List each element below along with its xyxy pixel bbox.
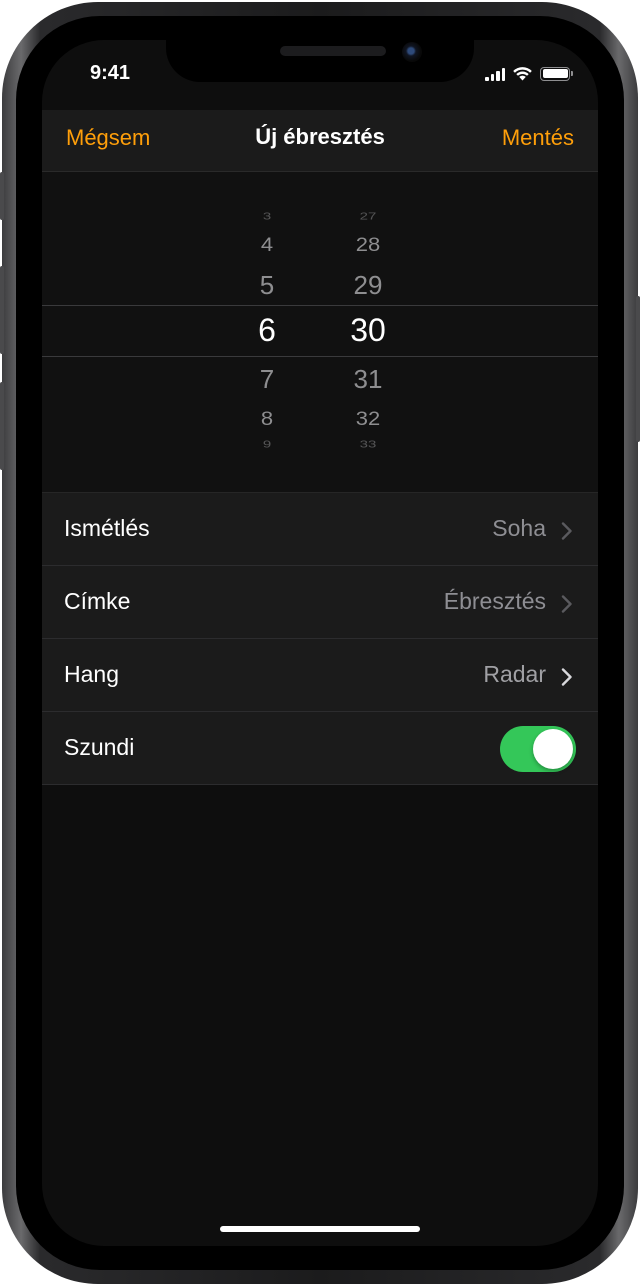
- alarm-settings-list: Ismétlés Soha Címke Ébresztés Hang Radar…: [42, 492, 598, 785]
- hour-option: 7: [259, 364, 275, 394]
- navigation-bar: Mégsem Új ébresztés Mentés: [42, 110, 598, 172]
- sound-value: Radar: [483, 661, 546, 687]
- time-picker: 3 4 5 6 7 8 9 27 28 29 30 31 32 33: [42, 172, 598, 492]
- chevron-right-icon: [561, 668, 572, 686]
- minute-option: 32: [355, 407, 381, 430]
- label-value: Ébresztés: [443, 588, 546, 614]
- front-camera: [402, 42, 422, 62]
- wifi-icon: [513, 67, 532, 81]
- chevron-right-icon: [561, 522, 572, 540]
- hour-option: 5: [259, 270, 275, 300]
- sound-label: Hang: [64, 661, 119, 687]
- snooze-label: Szundi: [64, 734, 135, 760]
- minute-option: 29: [353, 270, 383, 300]
- minute-option: 33: [359, 438, 377, 451]
- battery-icon: [540, 66, 573, 81]
- sound-row[interactable]: Hang Radar: [42, 639, 598, 712]
- hour-option: 9: [262, 438, 272, 451]
- side-button-volume-up: [0, 266, 4, 354]
- repeat-row[interactable]: Ismétlés Soha: [42, 493, 598, 566]
- label-row[interactable]: Címke Ébresztés: [42, 566, 598, 639]
- minute-option: 28: [355, 233, 381, 256]
- minute-option: 31: [353, 364, 383, 394]
- side-button-power: [636, 296, 640, 442]
- minute-option: 27: [359, 210, 377, 223]
- repeat-value: Soha: [492, 515, 546, 541]
- minute-selected: 30: [350, 312, 386, 348]
- status-time: 9:41: [90, 62, 131, 84]
- snooze-toggle[interactable]: [500, 726, 576, 772]
- repeat-label: Ismétlés: [64, 515, 150, 541]
- label-label: Címke: [64, 588, 131, 614]
- minute-wheel[interactable]: 27 28 29 30 31 32 33: [323, 172, 413, 492]
- earpiece-speaker: [280, 46, 386, 56]
- cellular-signal-icon: [485, 67, 505, 81]
- hour-option: 8: [260, 407, 274, 430]
- toggle-knob: [533, 729, 573, 769]
- picker-selection-band: [42, 305, 598, 357]
- side-button-volume-down: [0, 382, 4, 470]
- status-icons: [485, 66, 573, 81]
- snooze-row: Szundi: [42, 712, 598, 785]
- chevron-right-icon: [561, 595, 572, 613]
- hour-wheel[interactable]: 3 4 5 6 7 8 9: [222, 172, 312, 492]
- notch: [166, 40, 474, 82]
- home-indicator[interactable]: [220, 1226, 420, 1232]
- hour-option: 3: [262, 210, 272, 223]
- save-button[interactable]: Mentés: [502, 125, 574, 151]
- hour-option: 4: [260, 233, 274, 256]
- hour-selected: 6: [258, 312, 276, 348]
- screen: 9:41 Mégsem Új ébresztés Mentés 3 4 5 6 …: [42, 40, 598, 1246]
- side-button-silent: [0, 172, 4, 220]
